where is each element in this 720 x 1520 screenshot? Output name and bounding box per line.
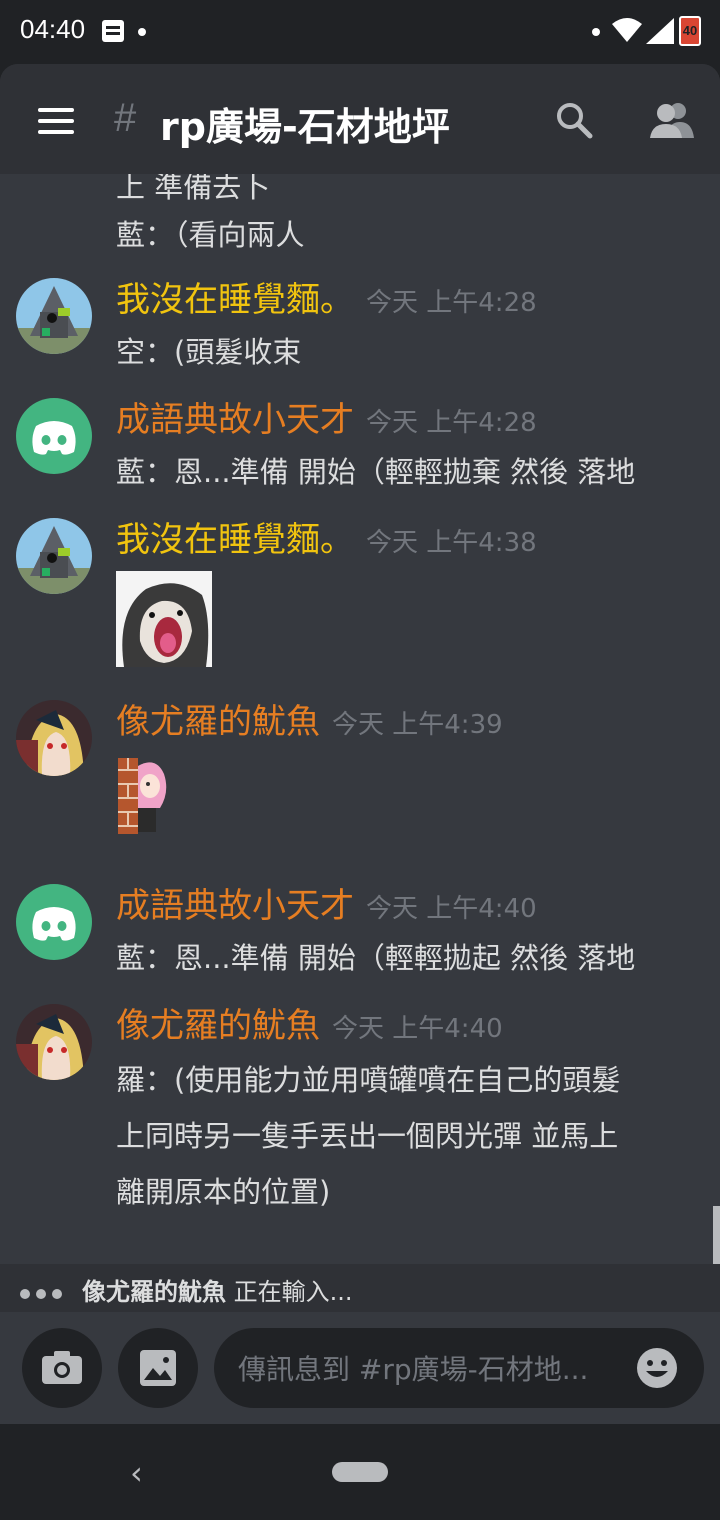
peeking-wall-emoji-icon: [118, 758, 167, 834]
message-continuation-line: 上 準備去卜: [116, 174, 271, 204]
avatar[interactable]: [16, 278, 92, 354]
avatar[interactable]: [16, 1004, 92, 1080]
avatar[interactable]: [16, 518, 92, 594]
wifi-icon: [612, 18, 642, 42]
emoji-icon[interactable]: [636, 1347, 678, 1389]
typing-indicator: 像尤羅的魷魚 正在輸入...: [0, 1264, 720, 1312]
typing-dots-icon: [20, 1284, 68, 1303]
status-dot-icon: [592, 28, 600, 36]
message-author[interactable]: 像尤羅的魷魚 今天 上午4:39: [116, 700, 503, 747]
avatar[interactable]: [16, 398, 92, 474]
anime-avatar-icon: [16, 1004, 92, 1080]
message-body: 藍：恩...準備 開始（輕輕拋起 然後 落地: [116, 941, 636, 975]
message-author[interactable]: 像尤羅的魷魚 今天 上午4:40: [116, 1004, 503, 1051]
message-timestamp: 今天 上午4:28: [366, 408, 537, 438]
avatar[interactable]: [16, 884, 92, 960]
message-list[interactable]: 上 準備去卜 藍：（看向兩人 我沒在睡覺麵。今天 上午4:28 空：(頭髮收束: [0, 174, 720, 1264]
emoji-attachment[interactable]: [116, 756, 172, 840]
home-pill-icon[interactable]: [332, 1462, 388, 1482]
message-author[interactable]: 我沒在睡覺麵。 今天 上午4:28: [116, 278, 537, 325]
message-timestamp: 今天 上午4:39: [332, 710, 503, 740]
anime-avatar-icon: [16, 700, 92, 776]
message-body: 空：(頭髮收束: [116, 335, 302, 369]
app-frame: # rp廣場-石材地坪 上 準備去卜 藍：（看向兩人 我沒在睡覺麵。 今天 上午…: [0, 64, 720, 1424]
notification-dot-icon: [138, 28, 146, 36]
message-continuation-line: 藍：（看向兩人: [116, 218, 305, 252]
message-input-placeholder: 傳訊息到 #rp廣場-石材地...: [238, 1353, 589, 1386]
message-author[interactable]: 成語典故小天才 今天 上午4:40: [116, 884, 537, 931]
status-bar: 04:40 40: [0, 0, 720, 64]
channel-header: # rp廣場-石材地坪: [0, 64, 720, 174]
image-button[interactable]: [118, 1328, 198, 1408]
message-author[interactable]: 我沒在睡覺麵。 今天 上午4:38: [116, 518, 537, 565]
message-body-line: 離開原本的位置): [116, 1175, 331, 1209]
avatar[interactable]: [16, 700, 92, 776]
discord-logo-icon: [32, 421, 76, 455]
battery-icon: 40: [679, 16, 701, 46]
emoji-attachment[interactable]: [116, 571, 212, 671]
message-timestamp: 今天 上午4:40: [366, 894, 537, 924]
menu-icon[interactable]: [38, 108, 74, 134]
message-body-line: 上同時另一隻手丟出一個閃光彈 並馬上: [116, 1119, 619, 1153]
notification-icon: [102, 20, 124, 42]
signal-icon: [646, 18, 674, 44]
message-timestamp: 今天 上午4:38: [366, 528, 537, 558]
members-icon[interactable]: [648, 100, 694, 140]
message-body: 藍：恩...準備 開始（輕輕拋棄 然後 落地: [116, 455, 636, 489]
message-timestamp: 今天 上午4:28: [366, 288, 537, 318]
typing-text: 像尤羅的魷魚 正在輸入...: [82, 1278, 353, 1306]
image-icon: [140, 1350, 176, 1386]
status-time: 04:40: [20, 14, 86, 44]
message-timestamp: 今天 上午4:40: [332, 1014, 503, 1044]
message-composer: 傳訊息到 #rp廣場-石材地...: [0, 1312, 720, 1424]
camera-button[interactable]: [22, 1328, 102, 1408]
message-author[interactable]: 成語典故小天才 今天 上午4:28: [116, 398, 537, 445]
channel-hash-icon: #: [114, 96, 137, 140]
message-input[interactable]: 傳訊息到 #rp廣場-石材地...: [214, 1328, 704, 1408]
search-icon[interactable]: [554, 100, 594, 140]
channel-title: rp廣場-石材地坪: [160, 105, 450, 149]
scrollbar-thumb[interactable]: [713, 1206, 720, 1264]
back-icon[interactable]: ‹: [130, 1454, 143, 1492]
discord-logo-icon: [32, 907, 76, 941]
robot-avatar-icon: [16, 278, 92, 354]
screaming-seal-emoji-icon: [116, 571, 212, 667]
message-body-line: 羅：(使用能力並用噴罐噴在自己的頭髮: [116, 1063, 621, 1097]
camera-icon: [42, 1351, 82, 1384]
system-nav-bar: ‹: [0, 1424, 720, 1520]
robot-avatar-icon: [16, 518, 92, 594]
